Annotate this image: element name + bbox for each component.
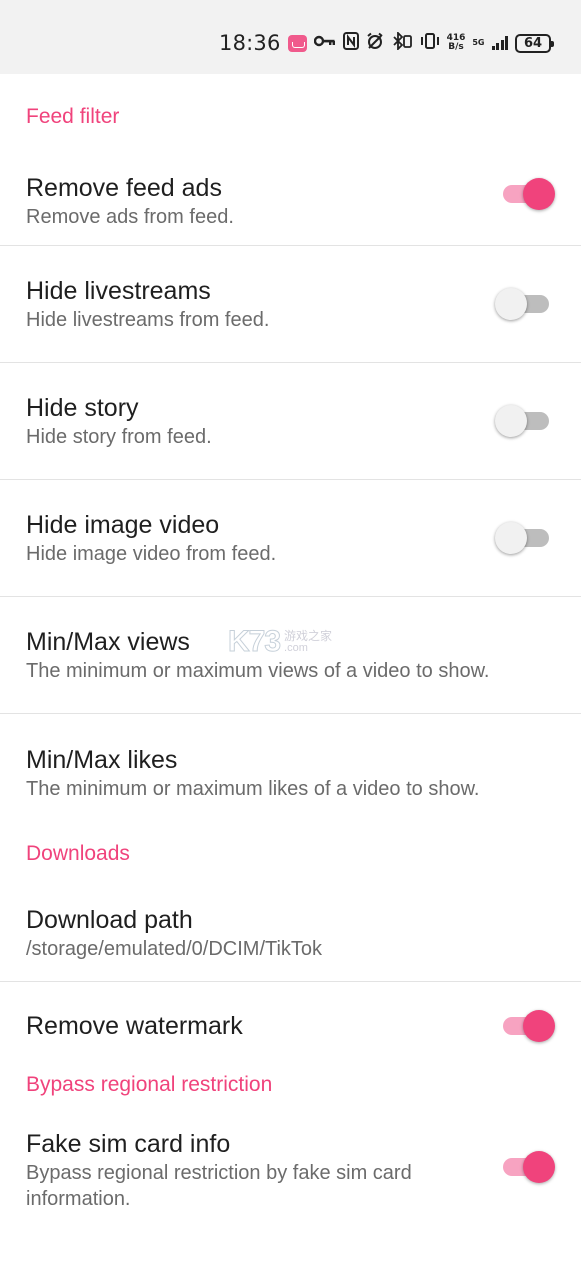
setting-subtitle: Hide livestreams from feed. [26,309,270,331]
key-icon [313,34,336,52]
settings-list: Feed filter Remove feed ads Remove ads f… [0,74,581,1224]
setting-hide-story[interactable]: Hide story Hide story from feed. [0,363,581,480]
setting-subtitle: The minimum or maximum views of a video … [26,660,490,682]
section-header-downloads: Downloads [26,842,130,865]
setting-title: Remove watermark [26,1012,243,1040]
toggle-fake-sim-card-info[interactable] [501,1150,555,1184]
setting-subtitle: Hide story from feed. [26,426,212,448]
network-speed: 416 B/s [446,33,466,52]
setting-subtitle: /storage/emulated/0/DCIM/TikTok [26,938,323,960]
app-badge-icon [287,34,307,52]
status-bar: 18:36 416 B/s 5G 64 [0,0,581,74]
toggle-remove-feed-ads[interactable] [501,177,555,211]
setting-remove-watermark[interactable]: Remove watermark [0,982,581,1070]
setting-download-path[interactable]: Download path /storage/emulated/0/DCIM/T… [0,885,581,982]
signal-icon [491,36,508,50]
setting-title: Remove feed ads [26,174,222,202]
setting-title: Download path [26,906,193,934]
bluetooth-icon [391,30,413,54]
section-header-bypass-regional-restriction: Bypass regional restriction [26,1073,273,1096]
nfc-icon [342,32,359,54]
setting-remove-feed-ads[interactable]: Remove feed ads Remove ads from feed. [0,157,581,246]
battery-icon: 64 [515,33,554,53]
setting-subtitle: The minimum or maximum likes of a video … [26,777,480,800]
setting-min-max-views[interactable]: Min/Max views The minimum or maximum vie… [0,597,581,714]
setting-title: Hide livestreams [26,277,211,305]
setting-subtitle: Hide image video from feed. [26,543,277,565]
toggle-hide-story[interactable] [495,404,549,438]
section-header-feed-filter: Feed filter [26,104,120,128]
alarm-icon [366,32,384,54]
setting-hide-livestreams[interactable]: Hide livestreams Hide livestreams from f… [0,246,581,363]
setting-title: Hide story [26,394,139,422]
setting-title: Min/Max likes [26,745,178,774]
setting-title: Min/Max views [26,628,190,656]
vibrate-icon [420,32,440,54]
toggle-remove-watermark[interactable] [501,1009,555,1043]
setting-min-max-likes[interactable]: Min/Max likes The minimum or maximum lik… [0,714,581,831]
toggle-hide-image-video[interactable] [495,521,549,555]
status-time: 18:36 [219,31,281,55]
setting-fake-sim-card-info[interactable]: Fake sim card info Bypass regional restr… [0,1112,581,1224]
toggle-hide-livestreams[interactable] [495,287,549,321]
setting-title: Hide image video [26,511,220,539]
setting-hide-image-video[interactable]: Hide image video Hide image video from f… [0,480,581,597]
network-type: 5G [472,38,485,47]
setting-title: Fake sim card info [26,1130,231,1158]
setting-subtitle: Remove ads from feed. [26,206,234,228]
setting-subtitle: Bypass regional restriction by fake sim … [26,1162,412,1210]
